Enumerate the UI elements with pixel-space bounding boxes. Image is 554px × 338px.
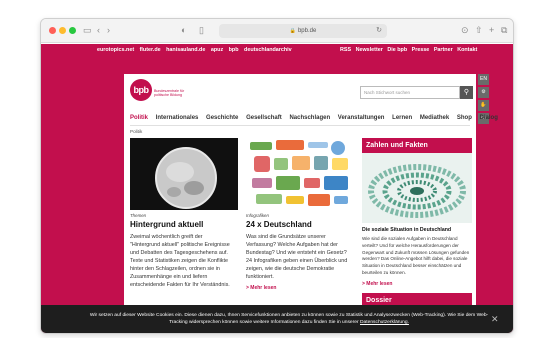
teaser-body: Was sind die Grundsätze unserer Verfassu… (246, 234, 348, 280)
top-link[interactable]: apuz (211, 47, 223, 53)
teaser-24-deutschland[interactable]: Infografiken 24 x Deutschland Was sind d… (246, 138, 354, 291)
tabs-icon[interactable]: ⧉ (501, 25, 507, 35)
shield-icon[interactable]: ◐ (181, 25, 186, 35)
nav-item-nachschlagen[interactable]: Nachschlagen (289, 115, 330, 121)
new-tab-icon[interactable]: + (489, 25, 494, 35)
nav-item-mediathek[interactable]: Mediathek (420, 115, 449, 121)
browser-toolbar: ▭ ‹ › ◐ ▯ 🔒 bpb.de ↻ ⊙ ⇧ + ⧉ (41, 19, 513, 43)
search-input[interactable]: Nach Stichwort suchen (360, 86, 460, 99)
browser-window: ▭ ‹ › ◐ ▯ 🔒 bpb.de ↻ ⊙ ⇧ + ⧉ eurotopics.n… (40, 18, 514, 334)
top-link[interactable]: Presse (412, 47, 430, 53)
nav-item-politik[interactable]: Politik (130, 115, 148, 121)
sign-language-icon[interactable]: ✋ (478, 100, 489, 111)
zoom-window-button[interactable] (69, 27, 76, 34)
tab-overview-icon[interactable]: ▯ (199, 25, 204, 35)
cookie-text: Wir setzen auf dieser Website Cookies ei… (89, 312, 489, 326)
language-icon[interactable]: EN (478, 74, 489, 85)
nav-item-lernen[interactable]: Lernen (392, 115, 412, 121)
nav-item-gesellschaft[interactable]: Gesellschaft (246, 115, 282, 121)
reload-icon[interactable]: ↻ (376, 24, 382, 38)
zahlen-und-fakten-box[interactable]: Zahlen und Fakten Die soziale Situation … (362, 138, 472, 308)
nav-item-internationales[interactable]: Internationales (156, 115, 199, 121)
top-links-left: eurotopics.net fluter.de hanisauland.de … (97, 47, 296, 53)
address-bar[interactable]: 🔒 bpb.de ↻ (219, 24, 387, 38)
nav-divider (130, 125, 470, 126)
cookie-banner: Wir setzen auf dieser Website Cookies ei… (41, 305, 513, 333)
teaser-hintergrund[interactable]: Themen Hintergrund aktuell Zweimal wöche… (130, 138, 238, 289)
box-title[interactable]: Die soziale Situation in Deutschland (362, 227, 472, 233)
top-link[interactable]: bpb (229, 47, 239, 53)
logo-text: Bundeszentrale für politische Bildung (154, 89, 185, 97)
top-links-right: RSS Newsletter Die bpb Presse Partner Ko… (340, 47, 480, 53)
box-body: Wie sind die sozialen Aufgaben in Deutsc… (362, 236, 470, 275)
share-icon[interactable]: ⇧ (475, 25, 483, 35)
privacy-policy-link[interactable]: Datenschutzerklärung. (360, 320, 409, 325)
top-link[interactable]: fluter.de (140, 47, 161, 53)
top-link[interactable]: Partner (434, 47, 453, 53)
read-more-link[interactable]: > Mehr lesen (362, 281, 472, 287)
teaser-heading[interactable]: Hintergrund aktuell (130, 220, 238, 229)
minimize-window-button[interactable] (59, 27, 66, 34)
website: eurotopics.net fluter.de hanisauland.de … (41, 44, 513, 333)
nav-item-geschichte[interactable]: Geschichte (206, 115, 238, 121)
forward-icon[interactable]: › (107, 25, 110, 35)
back-icon[interactable]: ‹ (97, 25, 100, 35)
search-icon[interactable]: ⚲ (460, 86, 473, 99)
top-link[interactable]: Newsletter (356, 47, 383, 53)
top-link[interactable]: RSS (340, 47, 351, 53)
teaser-body: Zweimal wöchentlich greift der "Hintergr… (130, 234, 230, 288)
cookie-message: Wir setzen auf dieser Website Cookies ei… (89, 313, 489, 325)
top-link[interactable]: hanisauland.de (166, 47, 205, 53)
bpb-logo[interactable]: bpb (130, 79, 152, 101)
nav-item-veranstaltungen[interactable]: Veranstaltungen (338, 115, 385, 121)
box-header[interactable]: Zahlen und Fakten (362, 138, 472, 153)
read-more-link[interactable]: > Mehr lesen (246, 285, 354, 291)
box-image[interactable] (362, 153, 472, 223)
breadcrumb[interactable]: Politik (130, 129, 142, 134)
close-icon[interactable]: ✕ (491, 314, 499, 325)
address-url: bpb.de (297, 28, 317, 34)
teaser-heading[interactable]: 24 x Deutschland (246, 220, 354, 229)
teaser-kicker: Themen (130, 213, 147, 218)
main-navigation: Politik Internationales Geschichte Gesel… (130, 115, 504, 121)
download-icon[interactable]: ⊙ (461, 25, 469, 35)
top-link[interactable]: eurotopics.net (97, 47, 134, 53)
nav-item-dialog[interactable]: Dialog (480, 115, 498, 121)
settings-icon[interactable]: ⚙ (478, 87, 489, 98)
lock-icon: 🔒 (289, 28, 296, 34)
teaser-image[interactable] (246, 138, 354, 210)
top-link[interactable]: Die bpb (387, 47, 407, 53)
teaser-kicker: Infografiken (246, 213, 269, 218)
top-link-bar: eurotopics.net fluter.de hanisauland.de … (41, 44, 513, 59)
sidebar-icon[interactable]: ▭ (83, 25, 92, 35)
top-link[interactable]: Kontakt (457, 47, 477, 53)
page-content: bpb Bundeszentrale für politische Bildun… (124, 74, 498, 333)
close-window-button[interactable] (49, 27, 56, 34)
teaser-image[interactable] (130, 138, 238, 210)
nav-item-shop[interactable]: Shop (457, 115, 472, 121)
top-link[interactable]: deutschlandarchiv (244, 47, 292, 53)
